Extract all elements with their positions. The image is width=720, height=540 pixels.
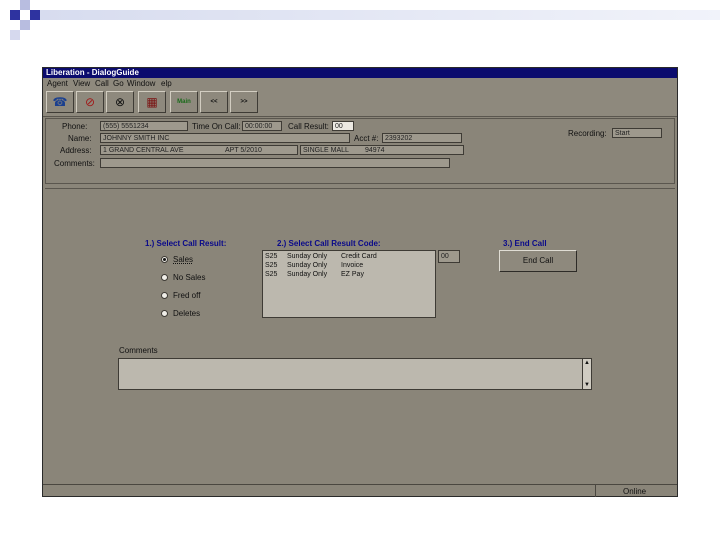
comments-label: Comments: bbox=[54, 159, 95, 168]
method-cell: Invoice bbox=[341, 262, 364, 269]
desc-cell: Sunday Only bbox=[287, 253, 328, 260]
hangup-button[interactable]: ⊘ bbox=[76, 91, 104, 113]
address-field[interactable]: 1 GRAND CENTRAL AVE APT 5/2010 bbox=[100, 145, 298, 155]
window-title: Liberation - DialogGuide bbox=[43, 68, 677, 78]
phone-icon: ☎ bbox=[52, 95, 68, 109]
comments-heading: Comments bbox=[119, 346, 158, 355]
menu-view[interactable]: View bbox=[73, 79, 90, 88]
desc-cell: Sunday Only bbox=[287, 262, 328, 269]
status-online: Online bbox=[623, 487, 647, 496]
radio-button[interactable] bbox=[161, 292, 168, 299]
scroll-down-icon[interactable]: ▼ bbox=[583, 381, 591, 389]
radio-label: Deletes bbox=[173, 309, 201, 318]
result-code-list[interactable]: S25 Sunday Only Credit Card S25 Sunday O… bbox=[262, 250, 436, 318]
result-code-field: 00 bbox=[438, 250, 460, 263]
deco-bar bbox=[40, 10, 720, 20]
time-on-call-field: 00:00:00 bbox=[242, 121, 282, 131]
menu-call[interactable]: Call bbox=[95, 79, 109, 88]
customer-info-panel: Phone: (555) 5551234 Time On Call: 00:00… bbox=[45, 118, 675, 184]
code-cell: S25 bbox=[265, 271, 278, 278]
step1-heading: 1.) Select Call Result: bbox=[145, 239, 227, 248]
calendar-button[interactable]: ▦ bbox=[138, 91, 166, 113]
zoom-icon: ⊗ bbox=[114, 95, 126, 109]
address-label: Address: bbox=[60, 146, 92, 155]
status-bar: Online bbox=[43, 484, 677, 497]
deco-square bbox=[10, 10, 20, 20]
deco-square bbox=[20, 0, 30, 10]
acct-field[interactable]: 2393202 bbox=[382, 133, 462, 143]
code-cell: S25 bbox=[265, 262, 278, 269]
step3-heading: 3.) End Call bbox=[503, 239, 547, 248]
radio-label: Sales bbox=[173, 255, 194, 264]
city-zip-field[interactable]: SINGLE MALL 94974 bbox=[300, 145, 464, 155]
app-window: Liberation - DialogGuide Agent View Call… bbox=[42, 67, 678, 497]
slide-decoration bbox=[0, 0, 720, 40]
no-phone-icon: ⊘ bbox=[84, 95, 96, 109]
back-button[interactable]: << bbox=[200, 91, 228, 113]
deco-square bbox=[20, 20, 30, 30]
calendar-icon: ▦ bbox=[146, 95, 158, 109]
end-call-button[interactable]: End Call bbox=[499, 250, 577, 272]
comments-scrollbar[interactable]: ▲ ▼ bbox=[582, 359, 591, 389]
acct-label: Acct #: bbox=[354, 134, 379, 143]
radio-button[interactable] bbox=[161, 274, 168, 281]
radio-label: Fred off bbox=[173, 291, 201, 300]
desc-cell: Sunday Only bbox=[287, 271, 328, 278]
comments-textarea[interactable]: ▲ ▼ bbox=[118, 358, 592, 390]
scroll-up-icon[interactable]: ▲ bbox=[583, 359, 591, 367]
apt-value: APT 5/2010 bbox=[225, 147, 262, 154]
menu-bar: Agent View Call Go Window elp bbox=[43, 78, 677, 89]
main-button[interactable]: Main bbox=[170, 91, 198, 113]
menu-agent[interactable]: Agent bbox=[47, 79, 68, 88]
time-on-call-label: Time On Call: bbox=[192, 122, 241, 131]
code-cell: S25 bbox=[265, 253, 278, 260]
deco-square bbox=[10, 30, 20, 40]
menu-help[interactable]: elp bbox=[161, 79, 172, 88]
call-result-field: 00 bbox=[332, 121, 354, 131]
step2-heading: 2.) Select Call Result Code: bbox=[277, 239, 381, 248]
menu-window[interactable]: Window bbox=[127, 79, 155, 88]
status-divider bbox=[595, 485, 596, 497]
zip-value: 94974 bbox=[365, 147, 385, 154]
method-cell: EZ Pay bbox=[341, 271, 364, 278]
address-line: 1 GRAND CENTRAL AVE bbox=[103, 147, 184, 154]
toolbar: ☎ ⊘ ⊗ ▦ Main << >> bbox=[43, 89, 677, 117]
phone-button[interactable]: ☎ bbox=[46, 91, 74, 113]
city-value: SINGLE MALL bbox=[303, 147, 349, 154]
call-result-panel: 1.) Select Call Result: Sales No Sales F… bbox=[45, 188, 675, 483]
forward-button[interactable]: >> bbox=[230, 91, 258, 113]
menu-go[interactable]: Go bbox=[113, 79, 124, 88]
phone-field[interactable]: (555) 5551234 bbox=[100, 121, 188, 131]
method-cell: Credit Card bbox=[341, 253, 377, 260]
radio-label: No Sales bbox=[173, 273, 206, 282]
radio-button[interactable] bbox=[161, 256, 168, 263]
call-result-label: Call Result: bbox=[288, 122, 329, 131]
name-label: Name: bbox=[68, 134, 92, 143]
comments-field[interactable] bbox=[100, 158, 450, 168]
radio-button[interactable] bbox=[161, 310, 168, 317]
recording-label: Recording: bbox=[568, 129, 607, 138]
phone-label: Phone: bbox=[62, 122, 88, 131]
deco-square bbox=[30, 10, 40, 20]
name-field[interactable]: JOHNNY SMITH INC bbox=[100, 133, 350, 143]
zoom-button[interactable]: ⊗ bbox=[106, 91, 134, 113]
recording-field[interactable]: Start bbox=[612, 128, 662, 138]
